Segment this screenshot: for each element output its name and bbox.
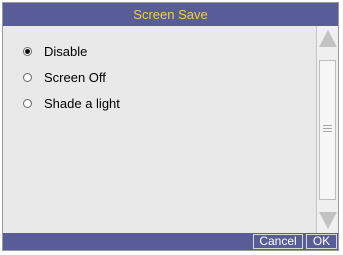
scroll-thumb[interactable]: [319, 60, 336, 200]
grip-line: [323, 131, 332, 132]
option-label: Shade a light: [44, 95, 120, 111]
screen-save-dialog: Screen Save Disable Screen Off Shade a l…: [2, 2, 339, 251]
options-list: Disable Screen Off Shade a light: [3, 26, 316, 233]
scroll-up-icon[interactable]: [319, 30, 337, 47]
ok-button[interactable]: OK: [306, 234, 337, 249]
option-shade-a-light[interactable]: Shade a light: [23, 93, 120, 113]
radio-selected-icon[interactable]: [23, 46, 32, 56]
dialog-footer: Cancel OK: [3, 233, 338, 250]
vertical-scrollbar[interactable]: [316, 26, 338, 233]
option-label: Screen Off: [44, 69, 106, 85]
option-screen-off[interactable]: Screen Off: [23, 67, 106, 87]
grip-line: [323, 128, 332, 129]
cancel-button[interactable]: Cancel: [253, 234, 303, 249]
grip-line: [323, 125, 332, 126]
option-disable[interactable]: Disable: [23, 41, 87, 61]
option-label: Disable: [44, 43, 88, 59]
radio-unselected-icon[interactable]: [23, 72, 32, 82]
scroll-down-icon[interactable]: [319, 212, 337, 229]
radio-unselected-icon[interactable]: [23, 98, 32, 108]
dialog-title: Screen Save: [3, 3, 338, 26]
